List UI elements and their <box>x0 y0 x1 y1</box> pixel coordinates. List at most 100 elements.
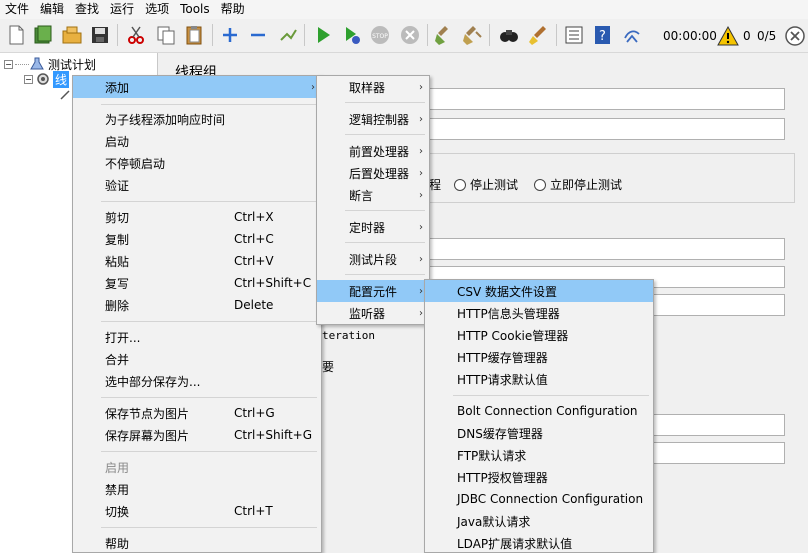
tree-node-test-plan[interactable]: − 测试计划 <box>4 56 96 72</box>
radio-fragment: 程 <box>429 178 442 192</box>
fragment-2: 要 <box>322 360 335 374</box>
clear-icon[interactable] <box>432 23 456 47</box>
stop-test-radio[interactable] <box>454 178 466 191</box>
config-item-http-cache-manager[interactable]: HTTP缓存管理器 <box>425 346 653 368</box>
config-item-http-cookie-manager[interactable]: HTTP Cookie管理器 <box>425 324 653 346</box>
stop-test-label: 停止测试 <box>470 178 519 192</box>
submenu-item-test-fragment[interactable]: 测试片段 › <box>317 248 429 270</box>
submenu-item-listener[interactable]: 监听器 › <box>317 302 429 324</box>
warning-icon[interactable] <box>716 24 740 48</box>
cut-icon[interactable] <box>124 23 148 47</box>
config-item-http-header-manager[interactable]: HTTP信息头管理器 <box>425 302 653 324</box>
active-threads: 0/5 <box>757 29 777 43</box>
warning-count: 0 <box>743 29 751 43</box>
menu-item-paste[interactable]: 粘贴 Ctrl+V <box>73 250 321 272</box>
tree-node-thread-group[interactable]: − 线 <box>24 70 70 88</box>
save-icon[interactable] <box>88 23 112 47</box>
stop-now-option[interactable]: 立即停止测试 <box>534 176 622 193</box>
menu-edit[interactable]: 编辑 <box>35 0 70 19</box>
thread-group-gear-icon <box>37 73 49 85</box>
menu-item-merge[interactable]: 合并 <box>73 348 321 370</box>
tree-label-thread-group: 线 <box>53 70 70 88</box>
stop-icon[interactable]: STOP <box>368 23 392 47</box>
config-item-csv-data-set[interactable]: CSV 数据文件设置 <box>425 280 653 302</box>
paste-icon[interactable] <box>182 23 206 47</box>
config-item-java-defaults[interactable]: Java默认请求 <box>425 510 653 532</box>
menu-item-save-screen-image[interactable]: 保存屏幕为图片 Ctrl+Shift+G <box>73 424 321 446</box>
reset-search-icon[interactable] <box>526 23 550 47</box>
toolbar: STOP ? 00:00:00 0 0/5 <box>0 19 808 53</box>
menu-item-help[interactable]: 帮助 <box>73 532 321 553</box>
config-item-ftp-defaults[interactable]: FTP默认请求 <box>425 444 653 466</box>
threads-field[interactable] <box>429 238 785 260</box>
submenu-item-config-element[interactable]: 配置元件 › <box>317 280 429 302</box>
start-icon[interactable] <box>311 23 335 47</box>
submenu-item-assertion[interactable]: 断言 › <box>317 184 429 206</box>
menu-item-add[interactable]: 添加 › <box>73 76 321 98</box>
config-item-bolt-connection[interactable]: Bolt Connection Configuration <box>425 400 653 422</box>
templates-icon[interactable] <box>31 23 55 47</box>
menu-item-validate[interactable]: 验证 <box>73 174 321 196</box>
menu-item-open[interactable]: 打开... <box>73 326 321 348</box>
new-icon[interactable] <box>4 23 28 47</box>
menu-item-enable: 启用 <box>105 460 130 475</box>
submenu-item-timer[interactable]: 定时器 › <box>317 216 429 238</box>
remote-icon[interactable] <box>620 23 644 47</box>
menu-item-copy[interactable]: 复制 Ctrl+C <box>73 228 321 250</box>
submenu-item-pre-processor[interactable]: 前置处理器 › <box>317 140 429 162</box>
menu-item-toggle[interactable]: 切换 Ctrl+T <box>73 500 321 522</box>
config-item-dns-cache-manager[interactable]: DNS缓存管理器 <box>425 422 653 444</box>
collapse-node-icon[interactable]: − <box>24 74 33 84</box>
child-sampler-icon[interactable] <box>59 89 71 104</box>
clear-all-icon[interactable] <box>460 23 484 47</box>
shutdown-icon[interactable] <box>398 23 422 47</box>
collapse-icon[interactable] <box>246 23 270 47</box>
menu-search[interactable]: 查找 <box>70 0 105 19</box>
copy-icon[interactable] <box>154 23 178 47</box>
test-plan-icon <box>30 57 44 70</box>
menu-tools[interactable]: Tools <box>175 0 216 19</box>
function-helper-icon[interactable] <box>562 23 586 47</box>
expand-icon[interactable] <box>218 23 242 47</box>
svg-text:STOP: STOP <box>372 33 388 40</box>
menu-run[interactable]: 运行 <box>105 0 140 19</box>
menu-item-cut[interactable]: 剪切 Ctrl+X <box>73 206 321 228</box>
start-no-pause-icon[interactable] <box>340 23 364 47</box>
context-menu: 添加 › 为子线程添加响应时间 启动 不停顿启动 验证 剪切 Ctrl+X 复制 Ct… <box>72 75 322 553</box>
menu-item-save-node-image[interactable]: 保存节点为图片 Ctrl+G <box>73 402 321 424</box>
help-icon[interactable]: ? <box>591 23 615 47</box>
loop-count-field[interactable] <box>653 294 785 316</box>
startup-delay-field[interactable] <box>653 442 785 464</box>
config-item-http-auth-manager[interactable]: HTTP授权管理器 <box>425 466 653 488</box>
comments-field[interactable] <box>429 118 785 140</box>
search-icon[interactable] <box>497 23 521 47</box>
config-item-jdbc-connection[interactable]: JDBC Connection Configuration <box>425 488 653 510</box>
config-item-http-request-defaults[interactable]: HTTP请求默认值 <box>425 368 653 390</box>
menu-item-disable[interactable]: 禁用 <box>73 478 321 500</box>
config-element-submenu: CSV 数据文件设置 HTTP信息头管理器 HTTP Cookie管理器 HTT… <box>424 279 654 553</box>
menu-item-delete[interactable]: 删除 Delete <box>73 294 321 316</box>
add-submenu: 取样器 › 逻辑控制器 › 前置处理器 › 后置处理器 › 断言 › 定时器 › 测试片段 ›… <box>316 75 430 325</box>
menu-item-add-response-time[interactable]: 为子线程添加响应时间 <box>73 108 321 130</box>
name-field[interactable] <box>429 88 785 110</box>
stop-now-label: 立即停止测试 <box>550 178 623 192</box>
collapse-node-icon[interactable]: − <box>4 59 13 69</box>
submenu-item-logic-controller[interactable]: 逻辑控制器 › <box>317 108 429 130</box>
stop-circle-icon[interactable] <box>783 24 807 48</box>
menu-item-start[interactable]: 启动 <box>73 130 321 152</box>
toggle-icon[interactable] <box>276 23 300 47</box>
stop-now-radio[interactable] <box>534 178 546 191</box>
submenu-item-sampler[interactable]: 取样器 › <box>317 76 429 98</box>
menu-file[interactable]: 文件 <box>0 0 35 19</box>
menu-item-save-selection[interactable]: 选中部分保存为... <box>73 370 321 392</box>
config-item-ldap-ext-defaults[interactable]: LDAP扩展请求默认值 <box>425 532 653 553</box>
submenu-item-post-processor[interactable]: 后置处理器 › <box>317 162 429 184</box>
menu-help[interactable]: 帮助 <box>216 0 251 19</box>
open-icon[interactable] <box>60 23 84 47</box>
duration-field[interactable] <box>653 414 785 436</box>
menu-options[interactable]: 选项 <box>140 0 175 19</box>
menu-item-duplicate[interactable]: 复写 Ctrl+Shift+C <box>73 272 321 294</box>
menu-item-start-no-pause[interactable]: 不停顿启动 <box>73 152 321 174</box>
svg-text:?: ? <box>599 29 606 44</box>
stop-test-option[interactable]: 停止测试 <box>454 176 518 193</box>
